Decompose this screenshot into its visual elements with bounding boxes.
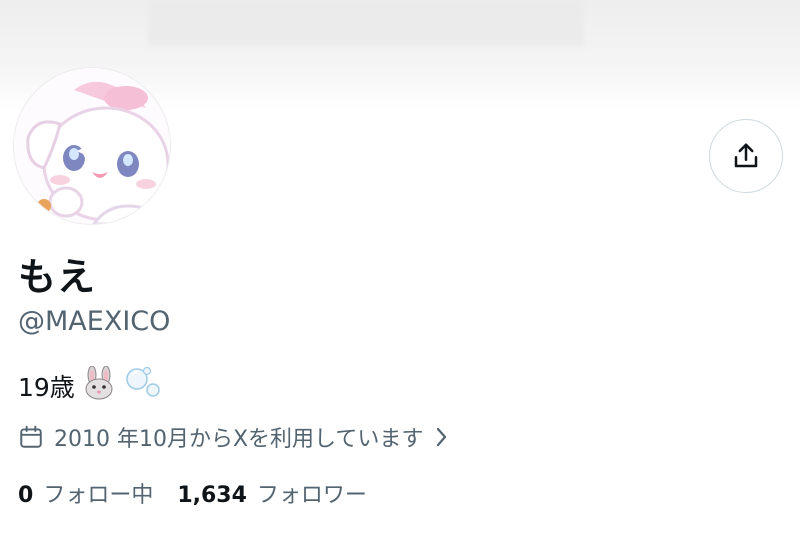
share-button[interactable]	[709, 119, 783, 193]
avatar-image	[14, 68, 170, 224]
handle: @MAEXICO	[18, 306, 171, 337]
following-link[interactable]: 0 フォロー中	[18, 477, 153, 509]
followers-count: 1,634	[177, 483, 247, 508]
following-count: 0	[18, 483, 34, 508]
bubbles-icon	[123, 366, 161, 406]
followers-label: フォロワー	[256, 483, 367, 508]
following-label: フォロー中	[43, 483, 154, 508]
avatar[interactable]	[14, 68, 170, 224]
joined-date[interactable]: 2010 年10月からXを利用しています	[18, 421, 449, 453]
bio-text: 19歳	[18, 373, 75, 402]
joined-text: 2010 年10月からXを利用しています	[54, 427, 424, 452]
chevron-right-icon	[435, 426, 449, 448]
banner-image	[148, 0, 584, 46]
calendar-icon	[18, 424, 44, 450]
rabbit-face-icon	[81, 365, 117, 406]
follow-stats: 0 フォロー中 1,634 フォロワー	[18, 477, 367, 509]
bio: 19歳	[18, 365, 161, 406]
followers-link[interactable]: 1,634 フォロワー	[177, 477, 367, 509]
share-upload-icon	[734, 143, 758, 168]
display-name: もえ	[18, 255, 97, 299]
